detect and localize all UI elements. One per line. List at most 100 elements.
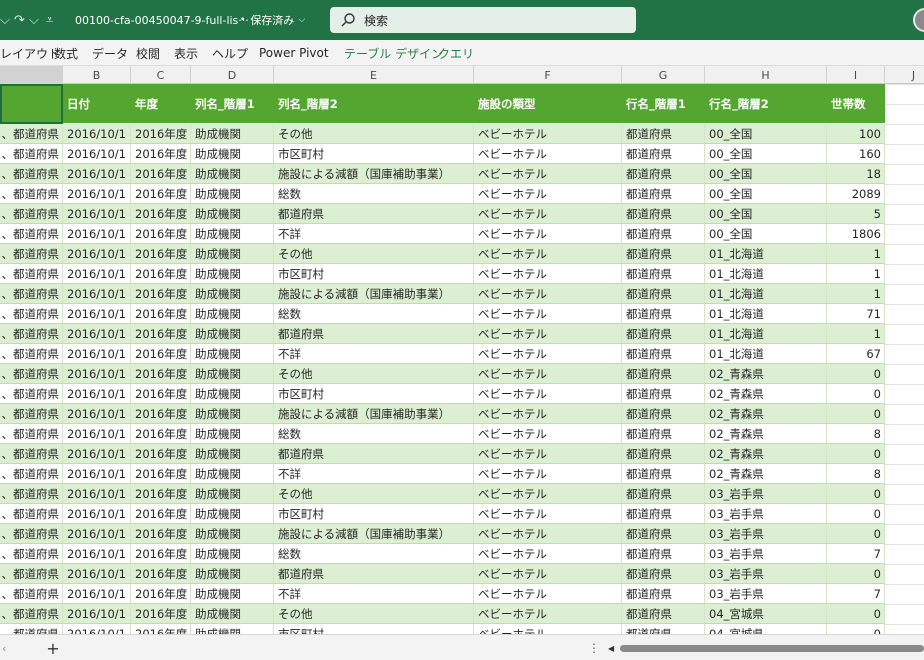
cell-row-level2[interactable]: 02_青森県 [705,384,827,403]
cell-row-level1[interactable]: 都道府県 [622,464,705,483]
cell-facility-type[interactable]: ベビーホテル [474,344,622,363]
cell-row-level1[interactable]: 都道府県 [622,124,705,143]
cell-col-level1[interactable]: 助成機関 [191,124,274,143]
cell-facility-type[interactable]: ベビーホテル [474,144,622,163]
tab-formulas[interactable]: 数式 [54,40,78,66]
cell-facility-type[interactable]: ベビーホテル [474,504,622,523]
cell-date[interactable]: 2016/10/1 [63,324,131,343]
cell-col-level2[interactable]: 不詳 [274,584,474,603]
column-header-b[interactable]: B [63,66,131,84]
cell-col-level1[interactable]: 助成機関 [191,224,274,243]
cell-facility-type[interactable]: ベビーホテル [474,404,622,423]
cell-row-level2[interactable]: 01_北海道 [705,344,827,363]
cell-facility-type[interactable]: ベビーホテル [474,204,622,223]
cell-col-level1[interactable]: 助成機関 [191,624,274,634]
cell-a[interactable]: 、都道府県 [0,124,63,143]
save-status[interactable]: • 保存済み ⌵ [240,0,305,40]
cell-a[interactable]: 、都道府県 [0,464,63,483]
cell-col-level1[interactable]: 助成機関 [191,324,274,343]
cell-year[interactable]: 2016年度 [131,144,191,163]
cell-households[interactable]: 18 [827,164,885,183]
cell-row-level1[interactable]: 都道府県 [622,484,705,503]
cell-date[interactable]: 2016/10/1 [63,344,131,363]
cell-row-level2[interactable]: 03_岩手県 [705,484,827,503]
redo-icon[interactable]: ↷ ⌵ [14,0,39,40]
cell-col-level2[interactable]: 市区町村 [274,504,474,523]
tab-page-layout[interactable]: レイアウト [0,40,60,66]
tab-query[interactable]: クエリ [438,40,474,66]
cell-col-level2[interactable]: 都道府県 [274,204,474,223]
cell-year[interactable]: 2016年度 [131,404,191,423]
cell-col-level1[interactable]: 助成機関 [191,404,274,423]
column-header-e[interactable]: E [274,66,474,84]
cell-year[interactable]: 2016年度 [131,624,191,634]
cell-households[interactable]: 8 [827,464,885,483]
header-cell-date[interactable]: 日付 [63,84,131,123]
cell-a[interactable]: 、都道府県 [0,244,63,263]
cell-col-level2[interactable]: 市区町村 [274,264,474,283]
cell-row-level1[interactable]: 都道府県 [622,424,705,443]
cell-row-level1[interactable]: 都道府県 [622,504,705,523]
cell-year[interactable]: 2016年度 [131,304,191,323]
cell-row-level1[interactable]: 都道府県 [622,524,705,543]
cell-col-level2[interactable]: 都道府県 [274,324,474,343]
cell-date[interactable]: 2016/10/1 [63,144,131,163]
cell-col-level1[interactable]: 助成機関 [191,424,274,443]
cell-col-level1[interactable]: 助成機関 [191,544,274,563]
cell-date[interactable]: 2016/10/1 [63,584,131,603]
cell-date[interactable]: 2016/10/1 [63,544,131,563]
cell-row-level2[interactable]: 02_青森県 [705,404,827,423]
cell-row-level1[interactable]: 都道府県 [622,184,705,203]
cell-row-level1[interactable]: 都道府県 [622,264,705,283]
cell-row-level2[interactable]: 03_岩手県 [705,544,827,563]
cell-col-level1[interactable]: 助成機関 [191,384,274,403]
cell-col-level2[interactable]: 総数 [274,184,474,203]
cell-row-level2[interactable]: 03_岩手県 [705,504,827,523]
cell-year[interactable]: 2016年度 [131,564,191,583]
cell-year[interactable]: 2016年度 [131,444,191,463]
cell-year[interactable]: 2016年度 [131,344,191,363]
file-name[interactable]: 00100-cfa-00450047-9-full-lis··· [75,0,249,40]
cell-year[interactable]: 2016年度 [131,164,191,183]
cell-households[interactable]: 5 [827,204,885,223]
cell-households[interactable]: 0 [827,404,885,423]
cell-year[interactable]: 2016年度 [131,504,191,523]
cell-a[interactable]: 、都道府県 [0,424,63,443]
cell-col-level2[interactable]: 施設による減額（国庫補助事業） [274,284,474,303]
cell-facility-type[interactable]: ベビーホテル [474,464,622,483]
cell-row-level1[interactable]: 都道府県 [622,324,705,343]
cell-date[interactable]: 2016/10/1 [63,504,131,523]
column-header-c[interactable]: C [131,66,191,84]
cell-year[interactable]: 2016年度 [131,224,191,243]
cell-row-level1[interactable]: 都道府県 [622,224,705,243]
cell-households[interactable]: 1 [827,244,885,263]
cell-row-level1[interactable]: 都道府県 [622,584,705,603]
cell-households[interactable]: 1806 [827,224,885,243]
cell-date[interactable]: 2016/10/1 [63,264,131,283]
cell-year[interactable]: 2016年度 [131,204,191,223]
cell-year[interactable]: 2016年度 [131,524,191,543]
column-header-g[interactable]: G [622,66,705,84]
cell-year[interactable]: 2016年度 [131,124,191,143]
cell-a[interactable]: 、都道府県 [0,224,63,243]
cell-row-level1[interactable]: 都道府県 [622,144,705,163]
cell-households[interactable]: 0 [827,504,885,523]
cell-row-level1[interactable]: 都道府県 [622,164,705,183]
tab-view[interactable]: 表示 [174,40,198,66]
cell-a[interactable]: 、都道府県 [0,484,63,503]
cell-year[interactable]: 2016年度 [131,464,191,483]
cell-row-level1[interactable]: 都道府県 [622,384,705,403]
cell-date[interactable]: 2016/10/1 [63,444,131,463]
cell-col-level1[interactable]: 助成機関 [191,584,274,603]
cell-row-level1[interactable]: 都道府県 [622,204,705,223]
cell-row-level1[interactable]: 都道府県 [622,604,705,623]
cell-facility-type[interactable]: ベビーホテル [474,304,622,323]
cell-col-level2[interactable]: 施設による減額（国庫補助事業） [274,404,474,423]
undo-dropdown-icon[interactable]: ⌵ [0,0,10,40]
cell-households[interactable]: 0 [827,624,885,634]
cell-row-level2[interactable]: 00_全国 [705,164,827,183]
cell-year[interactable]: 2016年度 [131,424,191,443]
worksheet-grid[interactable]: B C D E F G H I J 日付 年度 列名_階層1 列名_階層2 施設… [0,66,924,634]
horizontal-scrollbar[interactable] [620,645,924,652]
cell-a[interactable]: 、都道府県 [0,604,63,623]
